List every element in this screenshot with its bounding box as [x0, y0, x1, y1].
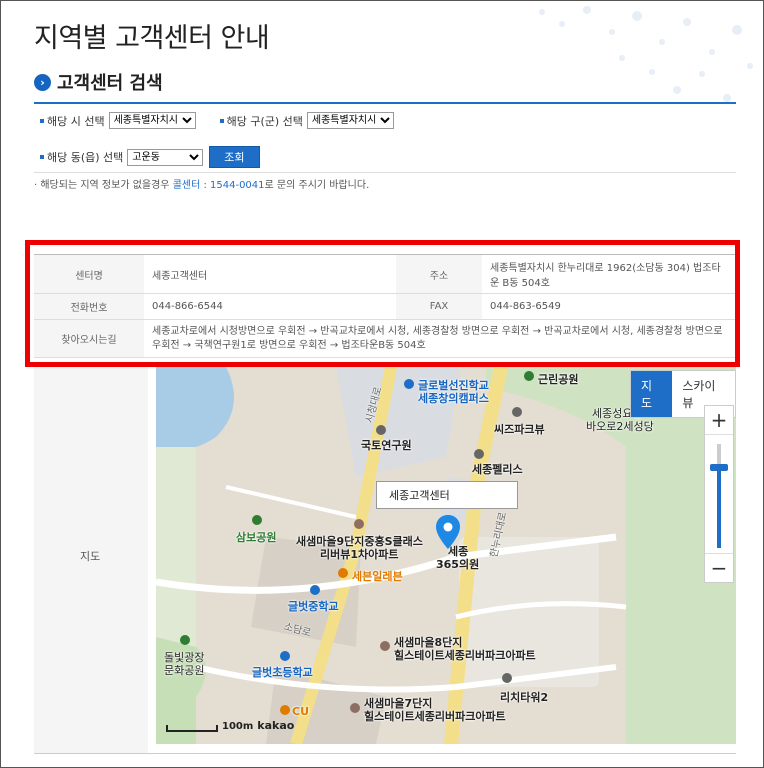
notice-text: · 해당되는 지역 정보가 없을경우 콜센터 : 1544-0041로 문의 주…: [34, 180, 370, 191]
store-icon: [280, 705, 290, 715]
map-label: 리치타워2: [500, 691, 549, 704]
building-icon: [354, 519, 364, 529]
map-label: 지도: [80, 550, 101, 563]
map-label: 글벗초등학교: [252, 666, 313, 679]
park-icon: [180, 635, 190, 645]
map-label: 삼보공원: [236, 531, 277, 544]
bullet-icon: [219, 118, 224, 123]
building-icon: [512, 407, 522, 417]
zoom-in-button[interactable]: +: [705, 406, 733, 435]
marker-callout: 세종고객센터: [376, 481, 518, 509]
table-row: 찾아오시는길 세종교차로에서 시청방면으로 우회전 → 반곡교차로에서 시청, …: [34, 319, 736, 358]
directions-label: 찾아오시는길: [34, 319, 144, 358]
map-label: 힐스테이트세종리버파크아파트: [364, 710, 506, 723]
building-icon: [350, 703, 360, 713]
scale-bar: [166, 725, 218, 732]
district-select[interactable]: 세종특별자치시: [306, 112, 394, 129]
table-bottom-border: [34, 753, 736, 754]
map-type-map[interactable]: 지도: [631, 371, 673, 417]
page-title: 지역별 고객센터 안내: [34, 23, 270, 54]
zoom-out-button[interactable]: −: [705, 553, 733, 582]
map-label: CU: [292, 705, 310, 718]
map-scale: 100m kakao: [166, 719, 294, 732]
search-form: 해당 시 선택 세종특별자치시 해당 구(군) 선택 세종특별자치시 해당 동(…: [34, 102, 736, 173]
map-marker-icon[interactable]: [436, 515, 460, 549]
map-label: 리버뷰1차아파트: [320, 548, 399, 561]
directions-value: 세종교차로에서 시청방면으로 우회전 → 반곡교차로에서 시청, 세종경찰청 방…: [144, 319, 736, 358]
search-row-1: 해당 시 선택 세종특별자치시 해당 구(군) 선택 세종특별자치시: [40, 112, 394, 129]
map-label: 세종펠리스: [472, 463, 523, 476]
zoom-level-fill: [717, 468, 721, 548]
city-select[interactable]: 세종특별자치시: [108, 112, 196, 129]
section-title-label: 고객센터 검색: [57, 73, 163, 94]
phone-label: 전화번호: [34, 293, 144, 320]
building-icon: [474, 449, 484, 459]
building-icon: [376, 425, 386, 435]
map-label: 힐스테이트세종리버파크아파트: [394, 649, 536, 662]
map-label: 국토연구원: [361, 439, 412, 452]
map-label: 문화공원: [164, 664, 205, 677]
chevron-right-icon: ›: [34, 73, 51, 91]
park-icon: [252, 515, 262, 525]
name-label: 센터명: [34, 254, 144, 294]
search-button[interactable]: 조회: [209, 146, 260, 168]
table-row: 전화번호 044-866-6544 FAX 044-863-6549: [34, 293, 736, 320]
center-info-table: 센터명 세종고객센터 주소 세종특별자치시 한누리대로 1962(소담동 304…: [34, 254, 736, 358]
map-label: 글벗중학교: [288, 600, 339, 613]
callcenter-number: 콜센터 : 1544-0041: [172, 180, 265, 191]
phone-value: 044-866-6544: [144, 293, 396, 320]
store-icon: [338, 568, 348, 578]
name-value: 세종고객센터: [144, 254, 396, 294]
zoom-control: + −: [704, 405, 734, 583]
map-label: 세종창의캠퍼스: [418, 392, 489, 405]
building-icon: [502, 673, 512, 683]
address-value: 세종특별자치시 한누리대로 1962(소담동 304) 법조타운 B동 504호: [482, 254, 736, 294]
map-label: 세븐일레븐: [352, 570, 403, 583]
school-icon: [310, 585, 320, 595]
district-label: 해당 구(군) 선택: [219, 113, 303, 129]
map-label: 근린공원: [538, 373, 579, 386]
search-row-2: 해당 동(읍) 선택 고운동 조회: [40, 146, 260, 168]
school-icon: [404, 379, 414, 389]
fax-value: 044-863-6549: [482, 293, 736, 320]
scale-label: 100m: [222, 721, 254, 732]
map-view[interactable]: 글로벌선진학교 세종창의캠퍼스 근린공원 세종성요한 바오로2세성당 씨즈파크뷰…: [156, 367, 736, 744]
map-label: 바오로2세성당: [586, 420, 654, 433]
map-label: 씨즈파크뷰: [494, 423, 545, 436]
dong-select[interactable]: 고운동: [127, 148, 204, 166]
map-label: 365의원: [436, 558, 480, 571]
bullet-icon: [40, 155, 44, 159]
table-row: 센터명 세종고객센터 주소 세종특별자치시 한누리대로 1962(소담동 304…: [34, 254, 736, 294]
building-icon: [380, 641, 390, 651]
address-label: 주소: [396, 254, 482, 294]
dong-label: 해당 동(읍) 선택: [40, 149, 123, 165]
section-title: › 고객센터 검색: [34, 70, 163, 94]
city-label: 해당 시 선택: [40, 113, 105, 129]
zoom-slider-handle[interactable]: [710, 464, 728, 471]
bullet-icon: [40, 118, 44, 123]
school-icon: [280, 651, 290, 661]
kakao-logo[interactable]: kakao: [257, 719, 294, 732]
fax-label: FAX: [396, 293, 482, 320]
park-icon: [524, 371, 534, 381]
